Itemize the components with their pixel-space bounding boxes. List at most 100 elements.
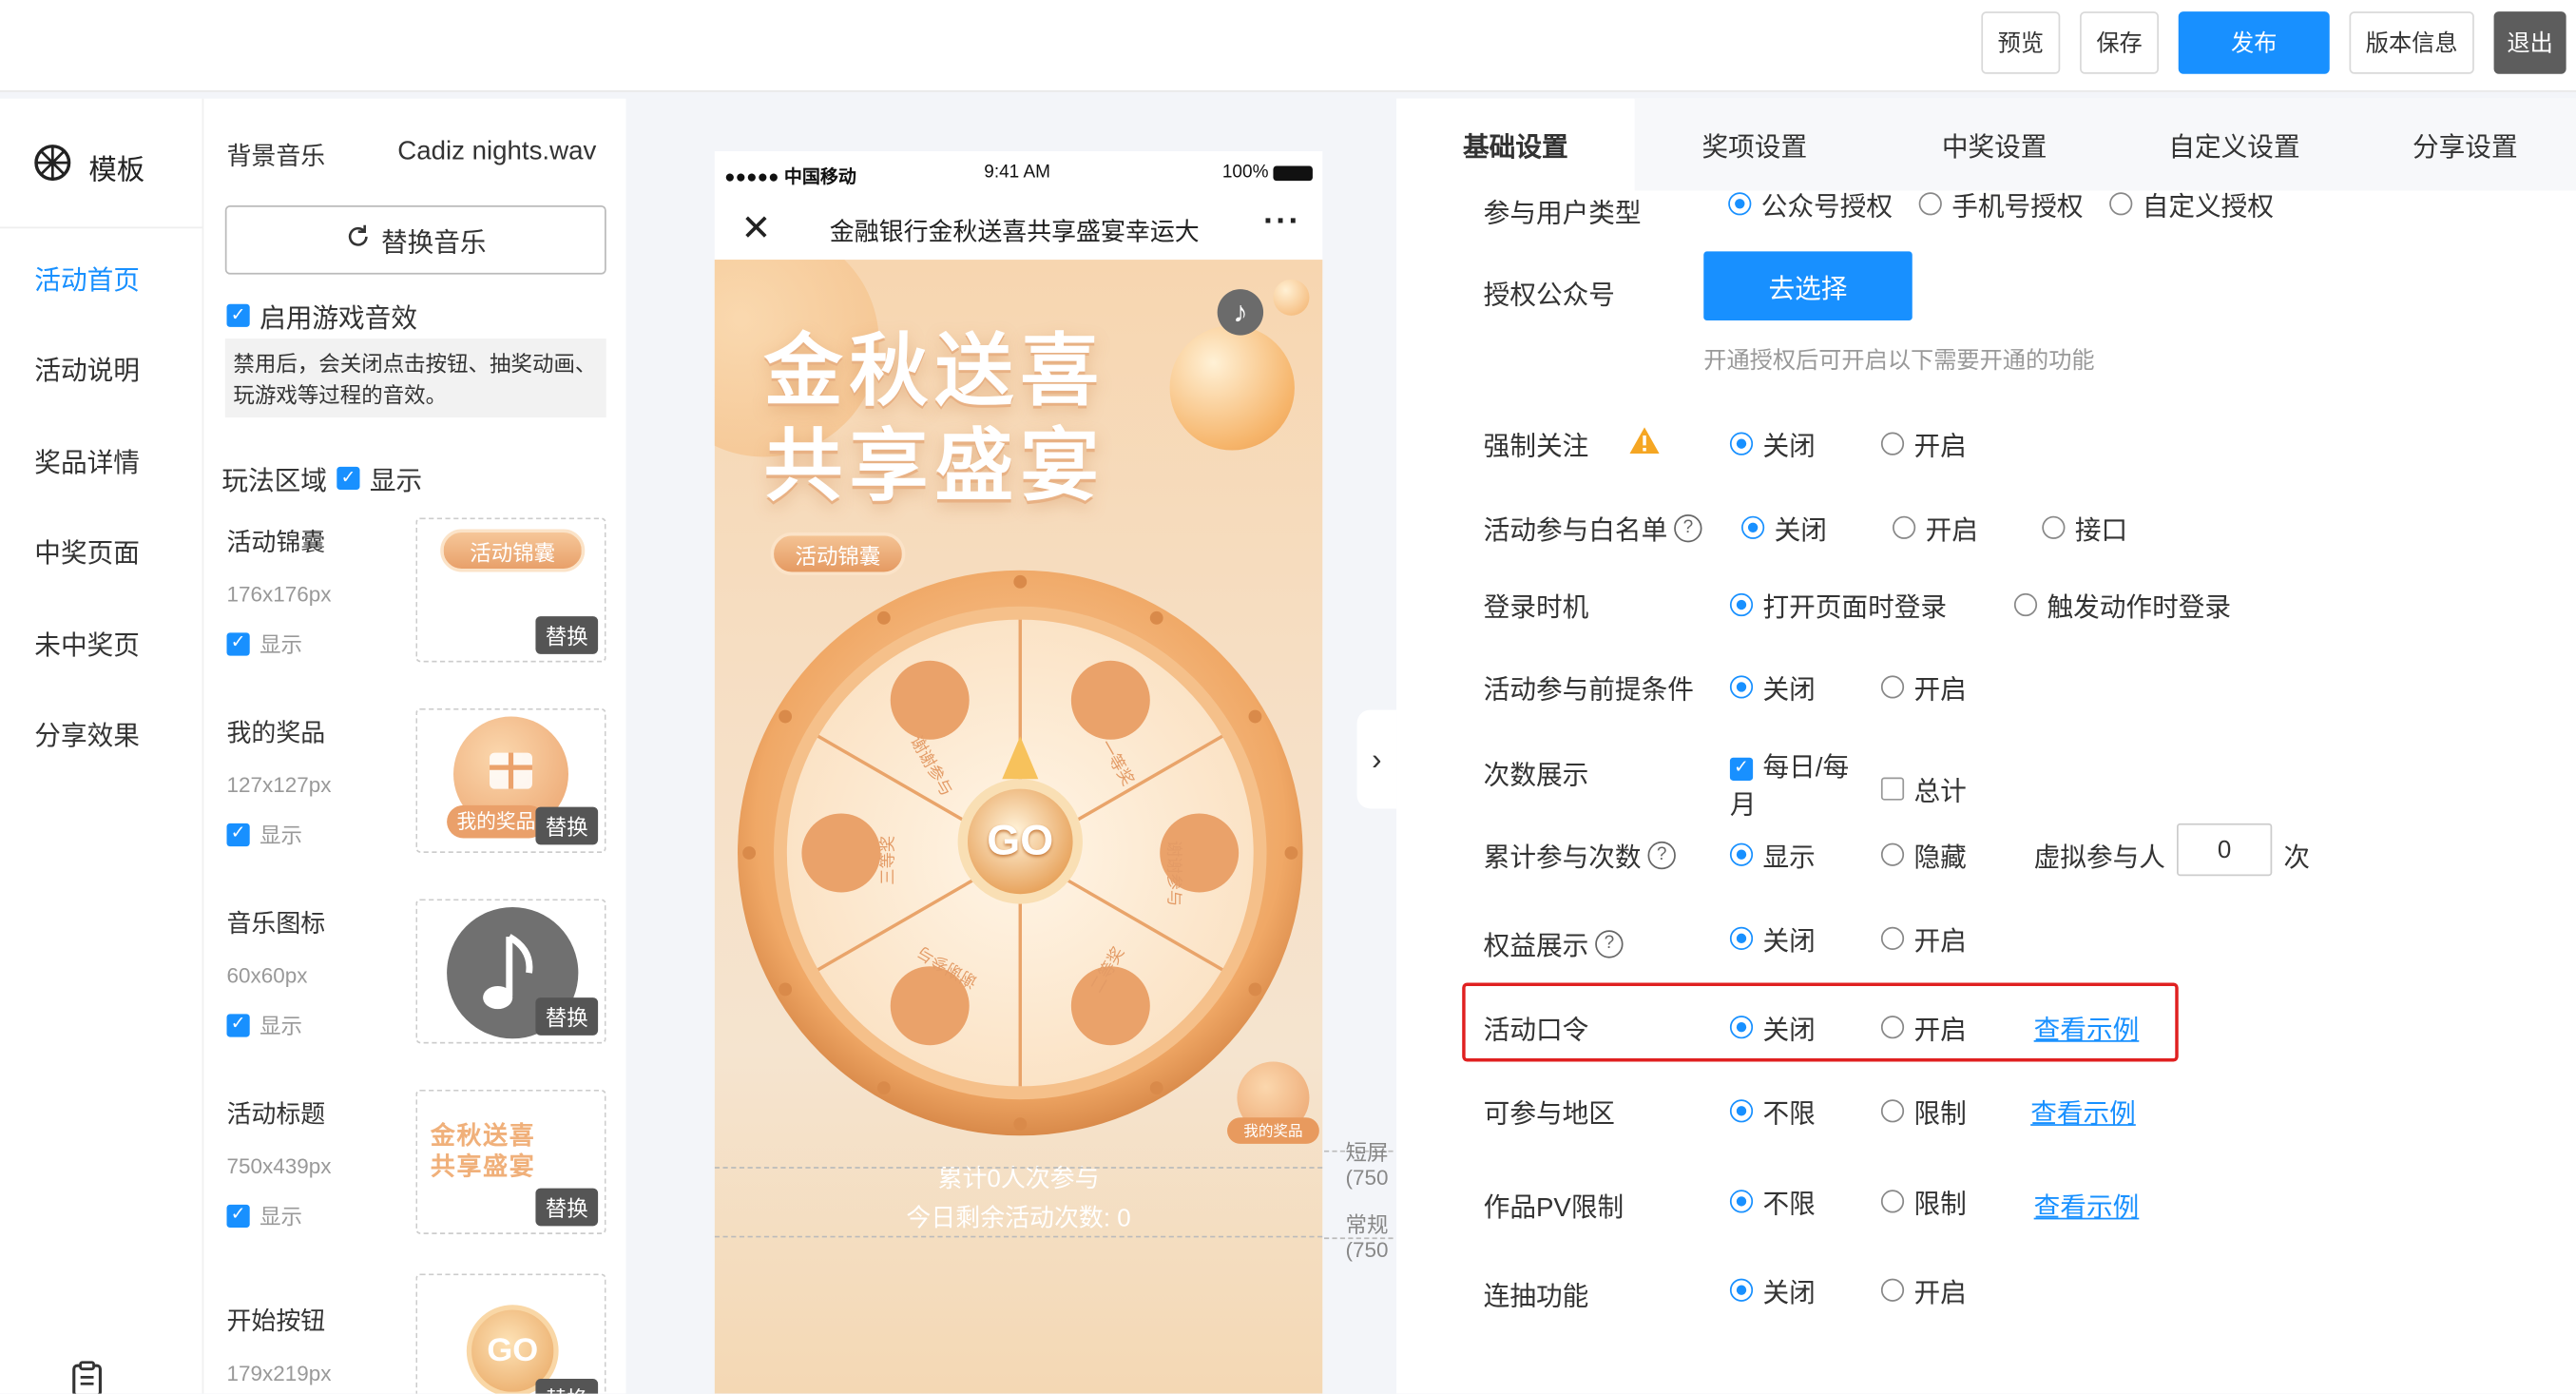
help-icon[interactable]: ? [1674,513,1702,542]
replace-button[interactable]: 替换 [535,616,599,654]
replace-button[interactable]: 替换 [535,1188,599,1227]
pv-limited[interactable]: 限制 [1880,1182,1967,1221]
daily-label-line2: 月 [1729,792,1757,821]
asset-thumb-title[interactable]: 金秋送喜 共享盛宴 替换 [415,1089,606,1234]
checkbox-checked-icon: ✓ [336,466,360,491]
asset-show-checkbox[interactable]: ✓ 显示 [226,1009,302,1040]
region-unlimited[interactable]: 不限 [1729,1092,1816,1131]
login-on-open[interactable]: 打开页面时登录 [1729,585,1947,624]
play-area-toggle[interactable]: 玩法区域 ✓ 显示 [221,458,422,497]
region-example-link[interactable]: 查看示例 [2030,1092,2136,1131]
save-button[interactable]: 保存 [2080,11,2159,74]
preview-button[interactable]: 预览 [1981,11,2061,74]
top-toolbar: 预览 保存 发布 版本信息 退出 [0,0,2576,92]
password-example-link[interactable]: 查看示例 [2034,1007,2140,1046]
help-icon[interactable]: ? [1595,929,1624,958]
multi-draw-on[interactable]: 开启 [1880,1270,1967,1309]
asset-size: 127x127px [226,772,332,798]
my-prize-label[interactable]: 我的奖品 [1227,1117,1319,1144]
headline: 金秋送喜 共享盛宴 [764,325,1106,515]
clipboard-icon[interactable] [70,1361,104,1394]
asset-size: 176x176px [226,581,332,607]
tab-custom[interactable]: 自定义设置 [2114,99,2354,191]
nav-item-description[interactable]: 活动说明 [34,348,140,387]
password-on[interactable]: 开启 [1880,1007,1967,1046]
precondition-on[interactable]: 开启 [1880,668,1967,707]
whitelist-on[interactable]: 开启 [1893,508,1978,547]
template-menu[interactable]: 模板 [33,143,144,190]
multi-draw-off[interactable]: 关闭 [1729,1270,1816,1309]
force-follow-on[interactable]: 开启 [1880,424,1967,463]
login-on-action[interactable]: 触发动作时登录 [2013,585,2231,624]
tips-thumb-text: 活动锦囊 [440,529,586,572]
whitelist-off[interactable]: 关闭 [1741,508,1827,547]
choose-account-button[interactable]: 去选择 [1703,251,1913,321]
enable-sound-label: 启用游戏音效 [260,305,418,334]
headline-line-1: 金秋送喜 [763,328,1106,416]
count-display-total[interactable]: 总计 [1880,769,1967,808]
asset-show-checkbox[interactable]: ✓ 显示 [226,628,302,659]
pv-example-link[interactable]: 查看示例 [2034,1185,2140,1224]
option-label: 不限 [1762,1191,1816,1220]
music-toggle-icon[interactable]: ♪ [1217,289,1264,336]
nav-item-win-page[interactable]: 中奖页面 [34,531,140,570]
rights-on[interactable]: 开启 [1880,919,1967,958]
tab-win[interactable]: 中奖设置 [1874,99,2114,191]
asset-thumb-tips[interactable]: 活动锦囊 替换 [415,517,606,663]
pv-unlimited[interactable]: 不限 [1729,1182,1816,1221]
replace-button[interactable]: 替换 [535,806,599,845]
replace-button[interactable]: 替换 [535,997,599,1036]
cumulative-hide[interactable]: 隐藏 [1880,835,1967,874]
normal-screen-label: 常规 [1345,1212,1389,1238]
nav-item-share[interactable]: 分享效果 [34,713,140,752]
user-type-phone[interactable]: 手机号授权 [1918,190,2084,223]
cumulative-show[interactable]: 显示 [1729,835,1816,874]
asset-thumb-music-icon[interactable]: 替换 [415,899,606,1044]
battery-level: 100% [1221,163,1269,183]
nav-item-home[interactable]: 活动首页 [34,258,140,297]
exit-button[interactable]: 退出 [2493,11,2566,74]
replace-music-button[interactable]: 替换音乐 [224,205,606,275]
tab-share[interactable]: 分享设置 [2355,99,2576,191]
total-participants: 累计0人次参与 [937,1165,1100,1193]
short-screen-sub: (750 [1345,1165,1389,1191]
rights-off[interactable]: 关闭 [1729,919,1816,958]
asset-show-checkbox[interactable]: ✓ 显示 [226,1200,302,1231]
nav-item-lose-page[interactable]: 未中奖页 [34,623,140,662]
precondition-off[interactable]: 关闭 [1729,668,1816,707]
enable-sound-checkbox[interactable]: ✓ 启用游戏音效 [226,296,418,335]
count-display-daily[interactable]: ✓ 每日/每 月 [1729,749,1849,825]
close-icon[interactable]: ✕ [740,207,771,250]
version-info-button[interactable]: 版本信息 [2349,11,2474,74]
virtual-participants-input[interactable]: 0 [2177,823,2273,877]
replace-button[interactable]: 替换 [535,1379,599,1394]
asset-name: 活动标题 [226,1100,326,1130]
more-icon[interactable]: ··· [1263,203,1301,242]
refresh-icon [345,223,372,257]
asset-show-checkbox[interactable]: ✓ 显示 [226,819,302,850]
user-type-custom[interactable]: 自定义授权 [2109,190,2274,223]
region-limited[interactable]: 限制 [1880,1092,1967,1131]
go-button[interactable]: GO [968,815,1073,866]
whitelist-api[interactable]: 接口 [2042,508,2127,547]
radio-on-icon [1741,515,1765,539]
user-type-official[interactable]: 公众号授权 [1728,190,1893,223]
force-follow-off[interactable]: 关闭 [1729,424,1816,463]
publish-button[interactable]: 发布 [2178,11,2330,74]
warning-icon [1628,425,1662,463]
tab-basic[interactable]: 基础设置 [1396,98,1635,191]
template-icon [33,143,72,190]
collapse-panel-icon[interactable]: › [1356,709,1397,809]
asset-thumb-myprize[interactable]: 我的奖品 替换 [415,707,606,853]
tab-prize[interactable]: 奖项设置 [1635,99,1874,191]
password-off[interactable]: 关闭 [1729,1007,1816,1046]
headline-line-2: 共享盛宴 [763,423,1106,512]
asset-name: 音乐图标 [226,910,326,939]
option-label: 限制 [1913,1191,1967,1220]
auth-account-label: 授权公众号 [1483,282,1615,311]
asset-thumb-go[interactable]: GO 替换 [415,1273,606,1394]
nav-item-prize-detail[interactable]: 奖品详情 [34,440,140,479]
option-label: 自定义授权 [2142,193,2275,223]
help-icon[interactable]: ? [1647,841,1676,869]
myprize-thumb-text: 我的奖品 [447,804,546,839]
